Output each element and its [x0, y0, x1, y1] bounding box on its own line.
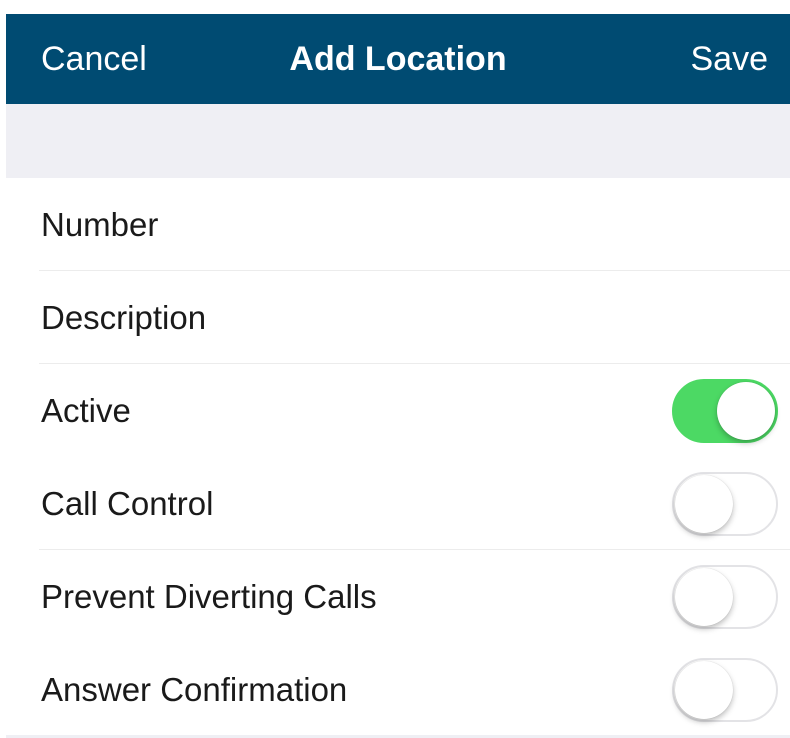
active-label: Active — [41, 392, 131, 429]
section-header-spacer — [6, 104, 790, 178]
top-margin — [0, 0, 790, 14]
active-toggle[interactable] — [672, 379, 778, 443]
location-form: Number Description Active Call Control P… — [6, 178, 790, 736]
description-row[interactable]: Description — [6, 271, 790, 364]
answer-confirmation-row: Answer Confirmation — [6, 643, 790, 736]
call-control-toggle[interactable] — [672, 472, 778, 536]
prevent-diverting-calls-row: Prevent Diverting Calls — [6, 550, 790, 643]
cancel-button[interactable]: Cancel — [41, 14, 147, 104]
toggle-knob — [675, 661, 733, 719]
toggle-knob — [675, 568, 733, 626]
call-control-row: Call Control — [6, 457, 790, 550]
navigation-bar: Cancel Add Location Save — [6, 14, 790, 104]
number-row[interactable]: Number — [6, 178, 790, 271]
answer-confirmation-label: Answer Confirmation — [41, 671, 348, 708]
prevent-diverting-calls-toggle[interactable] — [672, 565, 778, 629]
toggle-knob — [675, 475, 733, 533]
number-label: Number — [41, 206, 159, 243]
prevent-diverting-calls-label: Prevent Diverting Calls — [41, 578, 377, 615]
call-control-label: Call Control — [41, 485, 214, 522]
toggle-knob — [717, 382, 775, 440]
description-label: Description — [41, 299, 207, 336]
add-location-screen: Cancel Add Location Save Number Descript… — [0, 0, 790, 738]
active-row: Active — [6, 364, 790, 457]
save-button[interactable]: Save — [691, 14, 769, 104]
answer-confirmation-toggle[interactable] — [672, 658, 778, 722]
